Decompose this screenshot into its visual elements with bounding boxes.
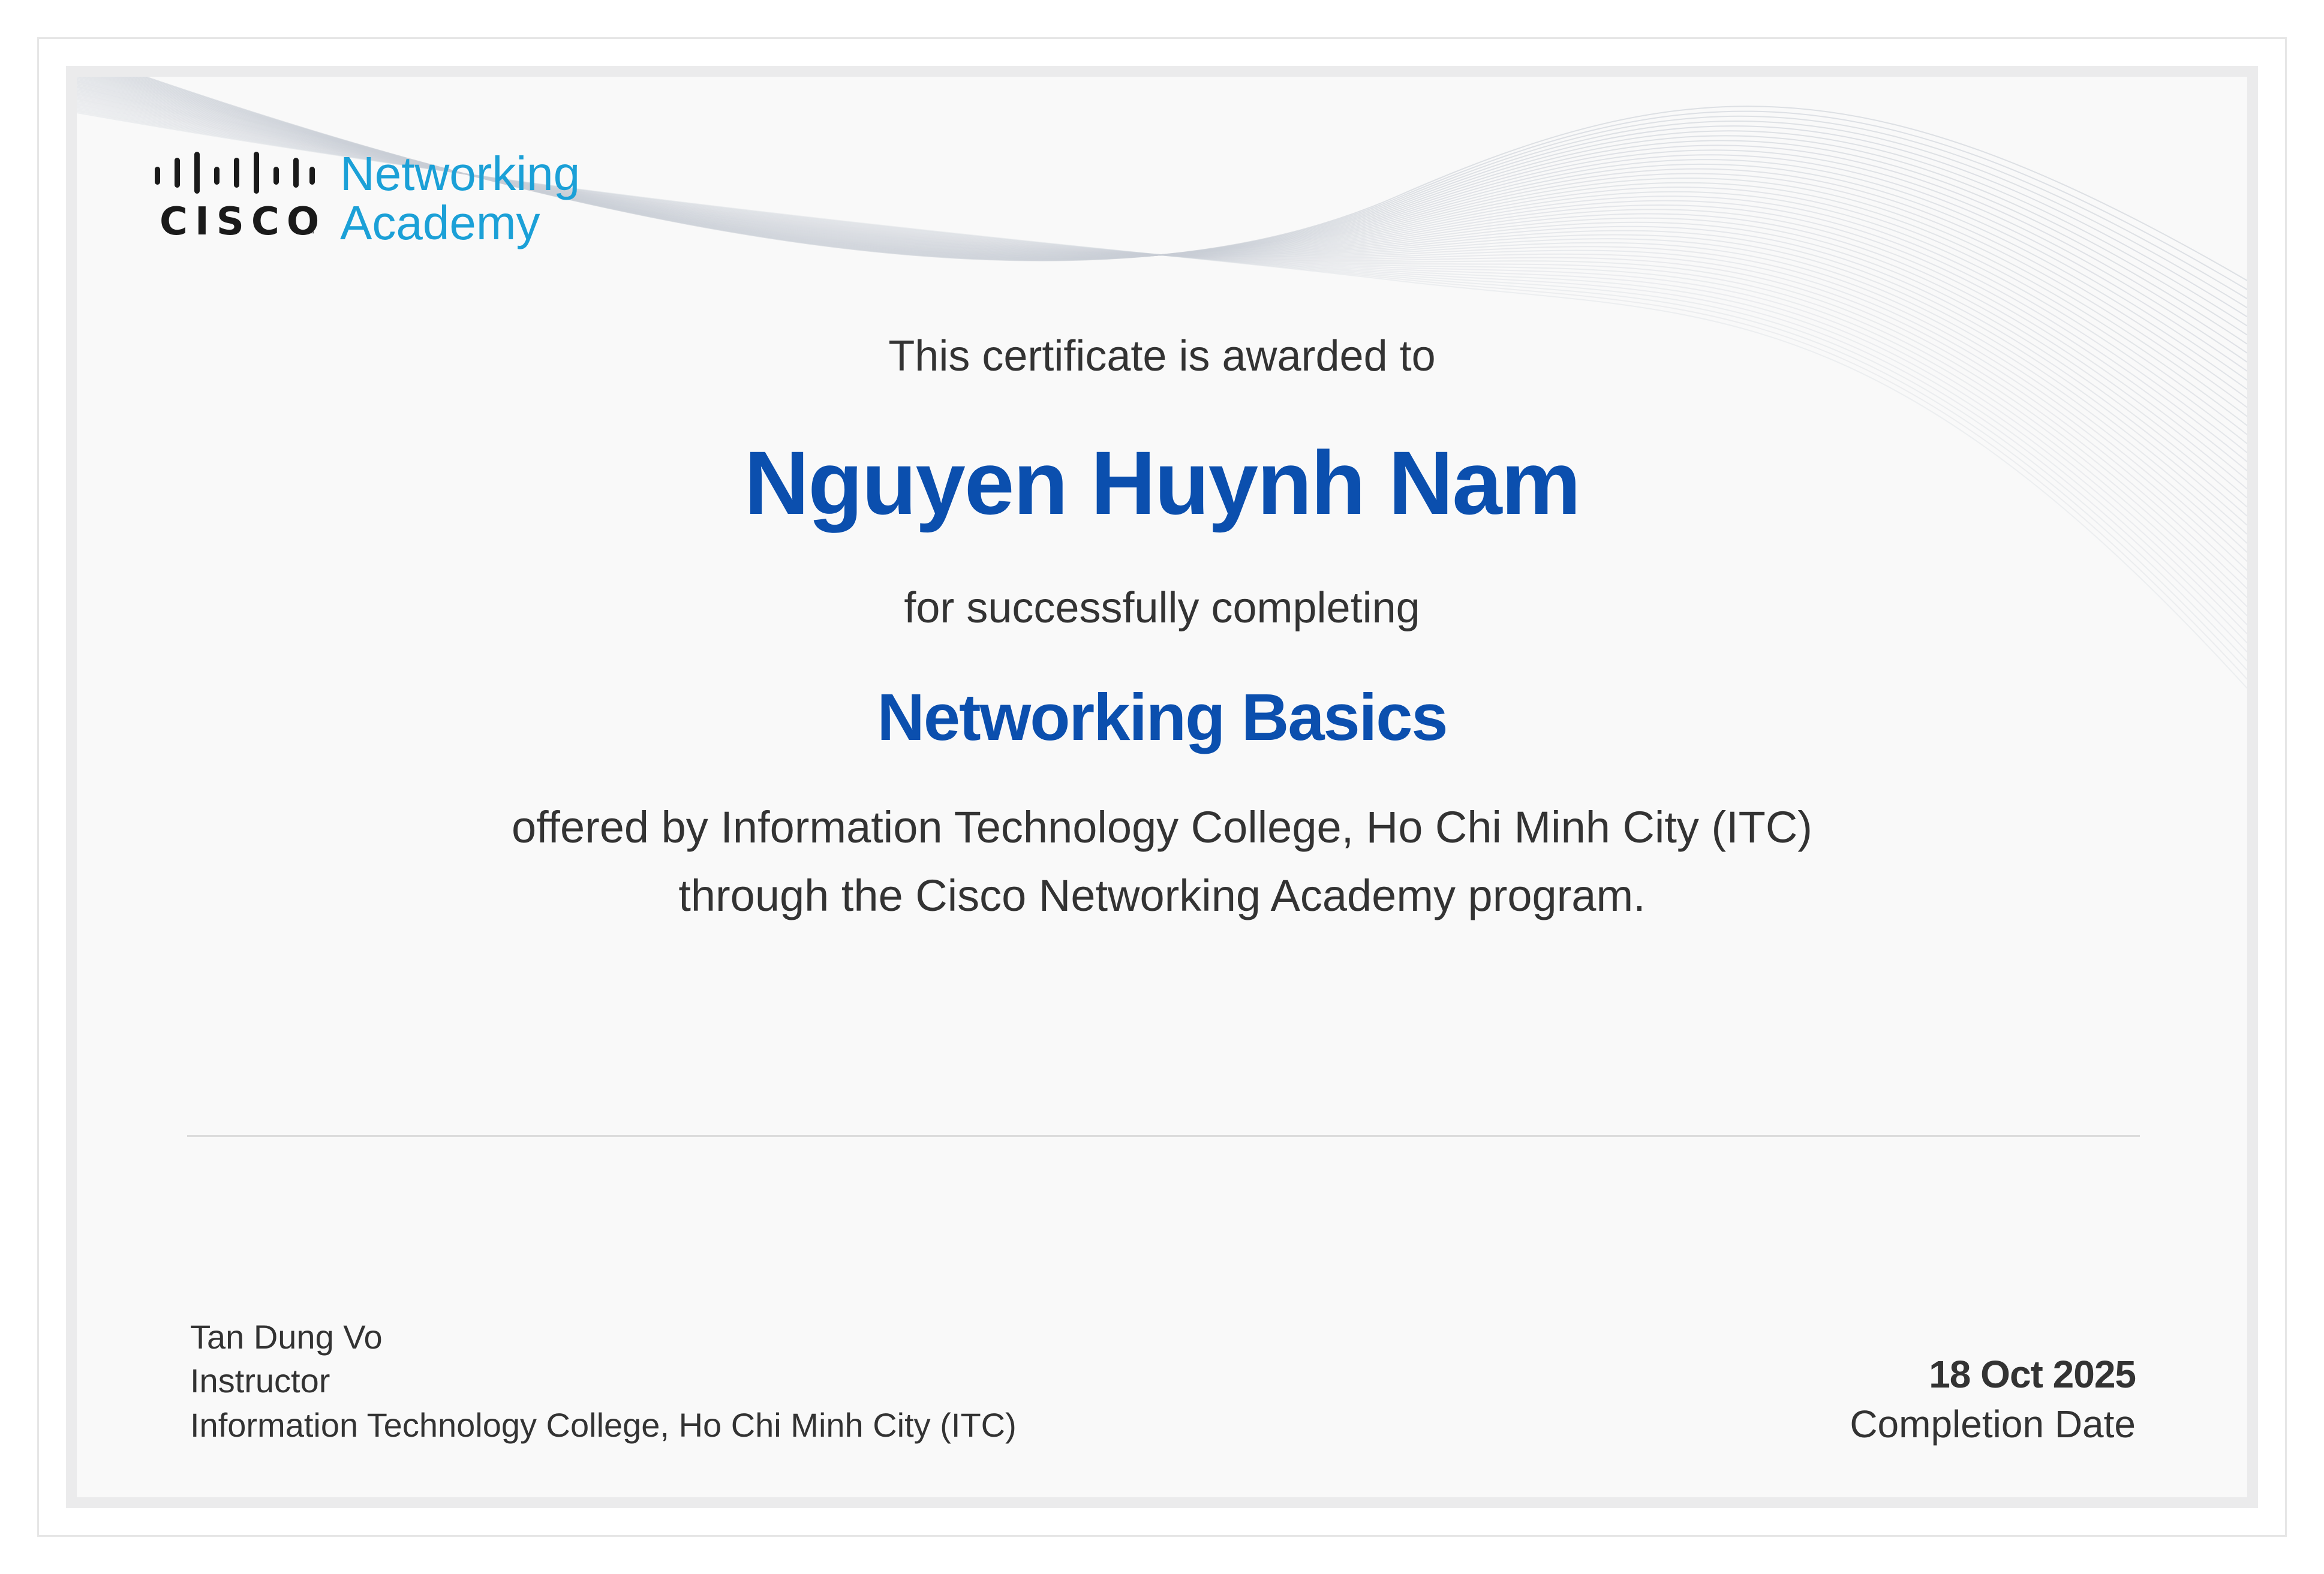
offered-by-text: offered by Information Technology Colleg… [512, 802, 1812, 852]
logo-program-line1: Networking [340, 147, 581, 200]
recipient-name: Nguyen Huynh Nam [744, 432, 1581, 533]
awarded-intro: This certificate is awarded to [888, 332, 1436, 380]
cisco-bars-icon [155, 152, 315, 194]
instructor-name: Tan Dung Vo [190, 1318, 383, 1356]
program-text: through the Cisco Networking Academy pro… [678, 871, 1646, 920]
logo-program-line2: Academy [340, 196, 540, 249]
certificate-frame [66, 66, 2258, 1508]
completing-text: for successfully completing [904, 584, 1420, 632]
completion-date-value: 18 Oct 2025 [1929, 1353, 2136, 1396]
signature-divider [187, 1135, 2140, 1137]
instructor-role: Instructor [190, 1362, 330, 1400]
completion-date-label: Completion Date [1850, 1403, 2136, 1446]
decorative-wave-pattern [77, 77, 2247, 689]
trademark-mark: ™ [307, 229, 314, 237]
instructor-organization: Information Technology College, Ho Chi M… [190, 1406, 1017, 1444]
course-name: Networking Basics [877, 681, 1448, 754]
cisco-wordmark: CISCO [160, 200, 327, 244]
